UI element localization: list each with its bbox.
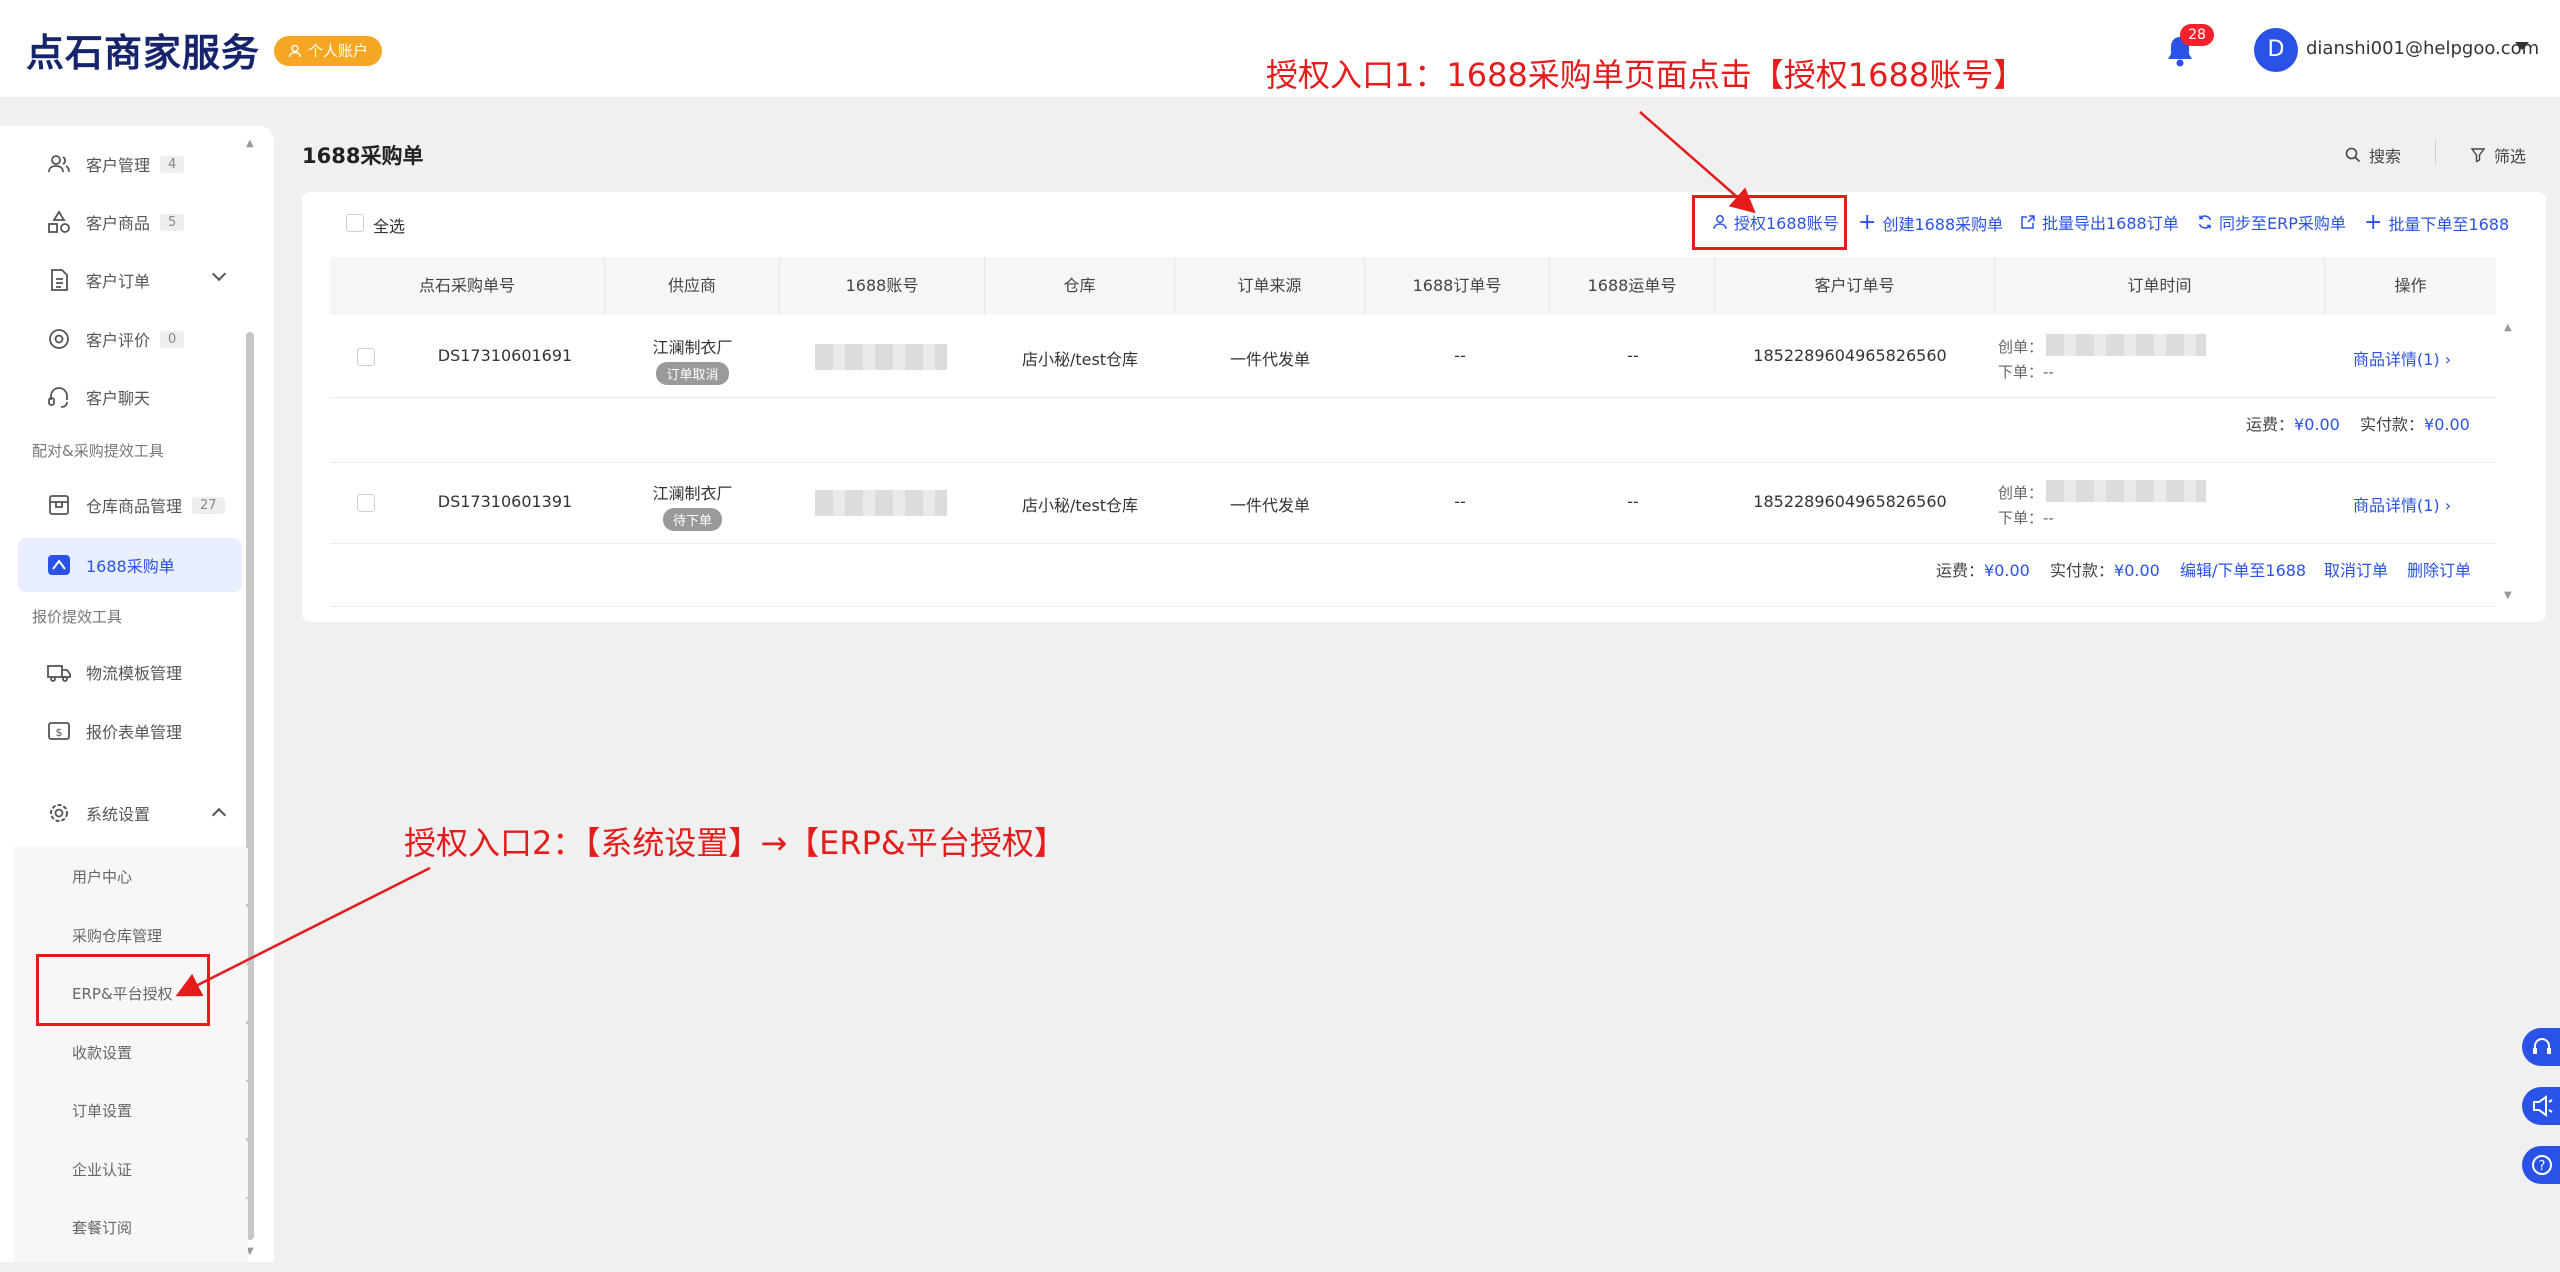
announcement-button[interactable] (2522, 1087, 2560, 1125)
arrow-to-authorize (1639, 111, 1756, 214)
question-icon: ? (2532, 1155, 2552, 1175)
help-button[interactable]: ? (2522, 1146, 2560, 1184)
svg-text:?: ? (2539, 1159, 2546, 1174)
annotation-arrows (175, 111, 1756, 997)
customer-service-button[interactable] (2522, 1028, 2560, 1066)
speaker-icon (2533, 1095, 2553, 1117)
headset-icon (2533, 1038, 2551, 1054)
arrow-to-erp-auth (175, 866, 431, 997)
